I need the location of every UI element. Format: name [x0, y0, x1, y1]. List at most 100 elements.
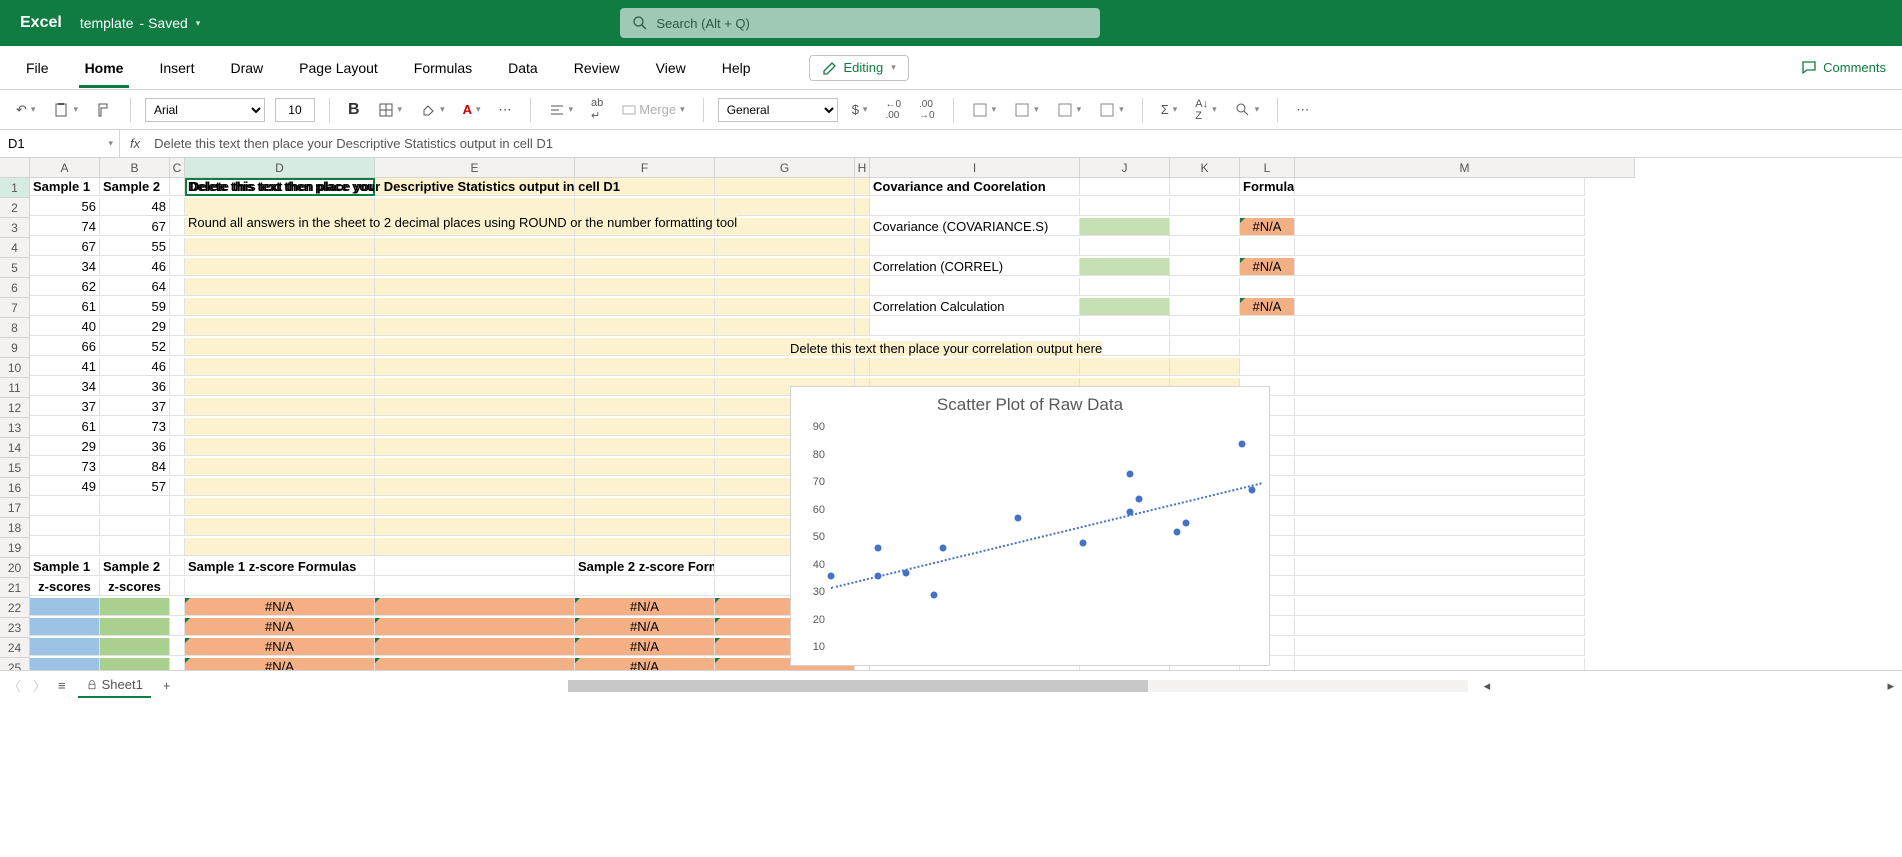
cell-F12[interactable] — [575, 398, 715, 416]
row-header-11[interactable]: 11 — [0, 378, 30, 398]
cell-E5[interactable] — [375, 258, 575, 276]
cell-K8[interactable] — [1170, 318, 1240, 336]
currency-button[interactable]: $▾ — [848, 100, 872, 119]
cell-D19[interactable] — [185, 538, 375, 556]
cell-F15[interactable] — [575, 458, 715, 476]
cell-F5[interactable] — [575, 258, 715, 276]
cell-D13[interactable] — [185, 418, 375, 436]
cell-F10[interactable] — [575, 358, 715, 376]
cell-D6[interactable] — [185, 278, 375, 296]
cell-A8[interactable]: 40 — [30, 318, 100, 336]
cell-D8[interactable] — [185, 318, 375, 336]
sheet-tab[interactable]: Sheet1 — [78, 673, 151, 698]
col-header-F[interactable]: F — [575, 158, 715, 178]
row-header-5[interactable]: 5 — [0, 258, 30, 278]
cell-E6[interactable] — [375, 278, 575, 296]
cell-B8[interactable]: 29 — [100, 318, 170, 336]
row-header-3[interactable]: 3 — [0, 218, 30, 238]
cell-G2[interactable] — [715, 198, 855, 216]
cell-D5[interactable] — [185, 258, 375, 276]
name-box[interactable]: D1 — [0, 130, 120, 157]
cell-I8[interactable] — [870, 318, 1080, 336]
cell-A25[interactable] — [30, 658, 100, 670]
cell-E14[interactable] — [375, 438, 575, 456]
cell-E19[interactable] — [375, 538, 575, 556]
cell-A5[interactable]: 34 — [30, 258, 100, 276]
col-header-J[interactable]: J — [1080, 158, 1170, 178]
row-header-14[interactable]: 14 — [0, 438, 30, 458]
cell-B15[interactable]: 84 — [100, 458, 170, 476]
col-header-M[interactable]: M — [1295, 158, 1635, 178]
cell-I1[interactable]: Covariance and Coorelation — [870, 178, 1080, 196]
cell-A24[interactable] — [30, 638, 100, 656]
cell-L7[interactable]: #N/A — [1240, 298, 1295, 316]
cell-H8[interactable] — [855, 318, 870, 336]
tab-view[interactable]: View — [638, 48, 704, 88]
col-header-E[interactable]: E — [375, 158, 575, 178]
cell-G8[interactable] — [715, 318, 855, 336]
cell-M20[interactable] — [1295, 558, 1585, 576]
col-header-G[interactable]: G — [715, 158, 855, 178]
cell-M4[interactable] — [1295, 238, 1585, 256]
cell-M9[interactable] — [1295, 338, 1585, 356]
next-sheet-button[interactable]: 〉 — [33, 676, 46, 695]
col-header-A[interactable]: A — [30, 158, 100, 178]
cell-B2[interactable]: 48 — [100, 198, 170, 216]
cell-E22[interactable] — [375, 598, 575, 616]
cell-K6[interactable] — [1170, 278, 1240, 296]
cell-F3[interactable] — [575, 218, 715, 236]
cell-C12[interactable] — [170, 398, 185, 416]
cell-A21[interactable]: z-scores — [30, 578, 100, 596]
cell-C11[interactable] — [170, 378, 185, 396]
cell-I6[interactable] — [870, 278, 1080, 296]
cell-I10[interactable] — [870, 358, 1080, 376]
row-header-16[interactable]: 16 — [0, 478, 30, 498]
cell-E20[interactable] — [375, 558, 575, 576]
cell-J7[interactable] — [1080, 298, 1170, 316]
align-button[interactable]: ▾ — [545, 100, 578, 120]
cell-C25[interactable] — [170, 658, 185, 670]
cell-F1[interactable] — [575, 178, 715, 196]
cell-C13[interactable] — [170, 418, 185, 436]
tab-help[interactable]: Help — [704, 48, 769, 88]
cell-A3[interactable]: 74 — [30, 218, 100, 236]
cell-B22[interactable] — [100, 598, 170, 616]
cell-E8[interactable] — [375, 318, 575, 336]
tab-data[interactable]: Data — [490, 48, 556, 88]
cell-M6[interactable] — [1295, 278, 1585, 296]
cell-L5[interactable]: #N/A — [1240, 258, 1295, 276]
cell-F24[interactable]: #N/A — [575, 638, 715, 656]
cell-A14[interactable]: 29 — [30, 438, 100, 456]
cell-M25[interactable] — [1295, 658, 1585, 670]
cell-L9[interactable] — [1240, 338, 1295, 356]
cell-M1[interactable] — [1295, 178, 1585, 196]
cell-C23[interactable] — [170, 618, 185, 636]
scroll-right-button[interactable]: ▸ — [1887, 678, 1894, 694]
cell-C17[interactable] — [170, 498, 185, 516]
cell-M3[interactable] — [1295, 218, 1585, 236]
cell-D17[interactable] — [185, 498, 375, 516]
row-header-15[interactable]: 15 — [0, 458, 30, 478]
cell-J5[interactable] — [1080, 258, 1170, 276]
cell-E18[interactable] — [375, 518, 575, 536]
tab-layout[interactable]: Page Layout — [281, 48, 396, 88]
sort-filter-button[interactable]: A↓Z▾ — [1191, 96, 1220, 124]
cell-M22[interactable] — [1295, 598, 1585, 616]
cell-E7[interactable] — [375, 298, 575, 316]
row-header-18[interactable]: 18 — [0, 518, 30, 538]
cell-E13[interactable] — [375, 418, 575, 436]
cell-F20[interactable]: Sample 2 z-score Formulas — [575, 558, 715, 576]
cell-M21[interactable] — [1295, 578, 1585, 596]
cell-H10[interactable] — [855, 358, 870, 376]
cell-H5[interactable] — [855, 258, 870, 276]
row-header-6[interactable]: 6 — [0, 278, 30, 298]
number-format-select[interactable]: General — [718, 98, 838, 122]
cell-G9[interactable] — [715, 338, 855, 356]
cell-I9[interactable]: Correlation from ToolPak — [870, 338, 1080, 356]
cell-B10[interactable]: 46 — [100, 358, 170, 376]
row-header-20[interactable]: 20 — [0, 558, 30, 578]
tab-home[interactable]: Home — [67, 48, 142, 88]
cell-C8[interactable] — [170, 318, 185, 336]
cell-F21[interactable] — [575, 578, 715, 596]
prev-sheet-button[interactable]: 〈 — [8, 676, 21, 695]
